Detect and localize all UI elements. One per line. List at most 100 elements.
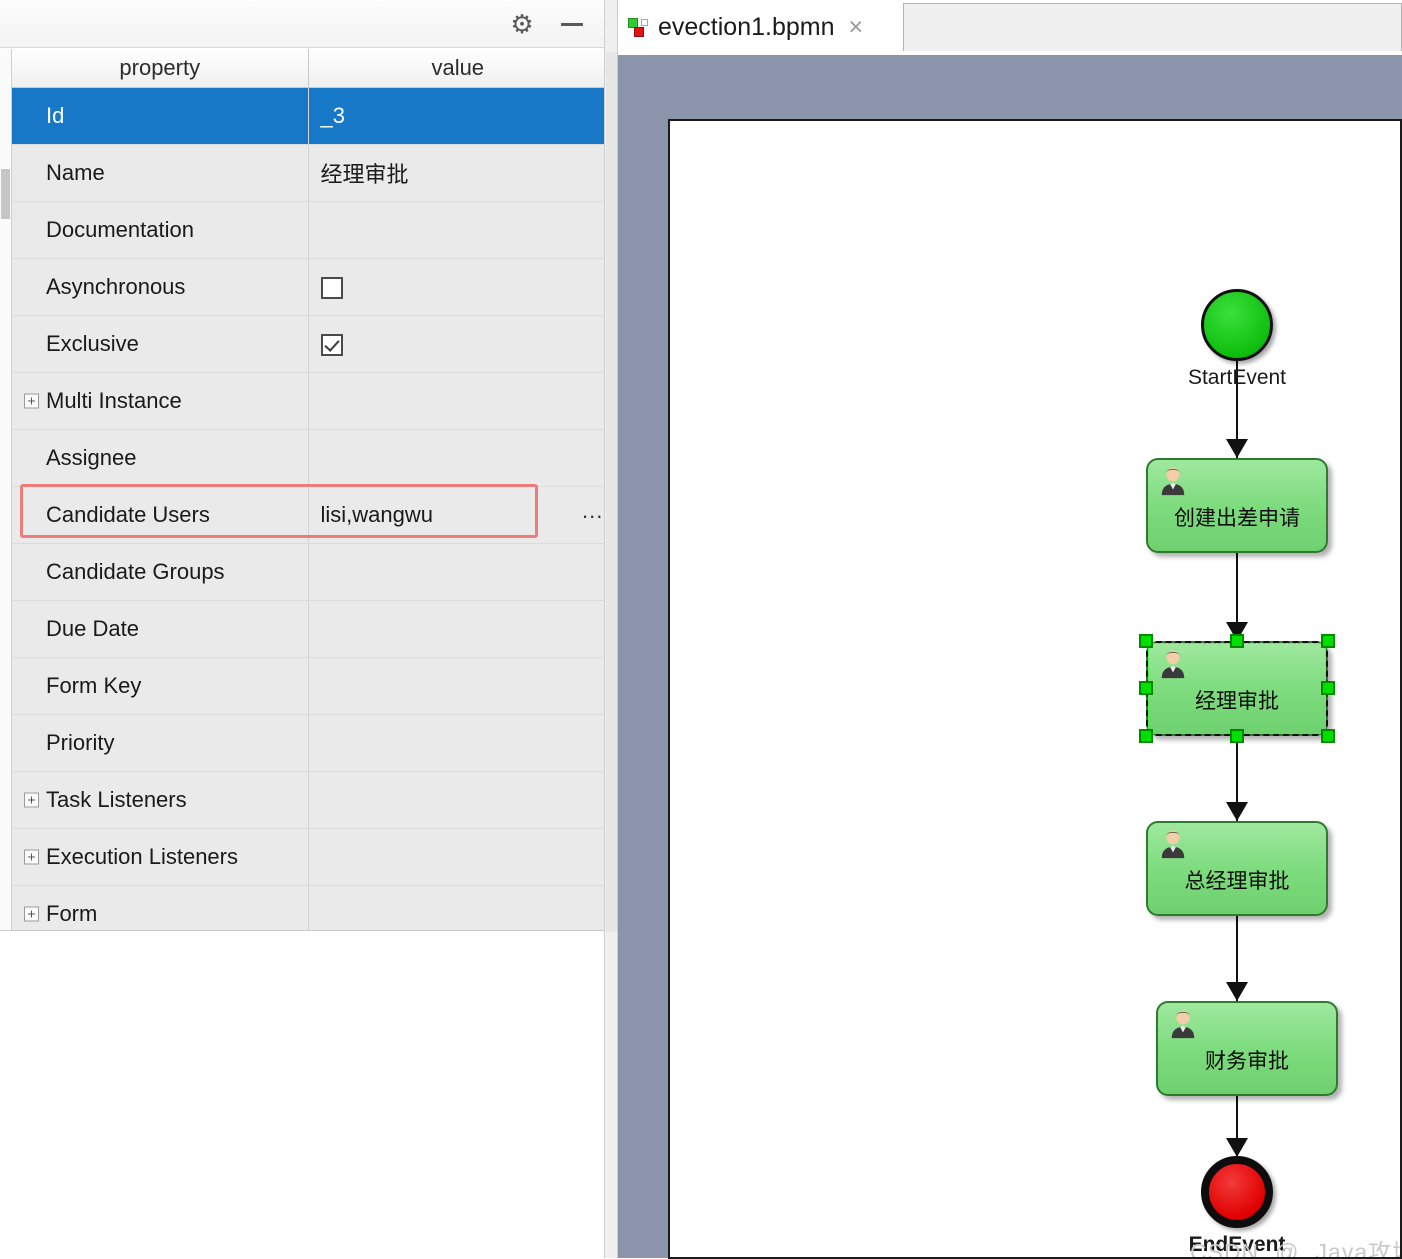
task-node-create-request[interactable]: 创建出差申请 xyxy=(1146,458,1328,553)
property-value-cell[interactable]: 经理审批 xyxy=(308,144,607,202)
checkbox-unchecked[interactable] xyxy=(320,277,343,300)
column-header-value[interactable]: value xyxy=(308,49,607,88)
task-node-finance-approval[interactable]: 财务审批 xyxy=(1156,1001,1338,1096)
task-node-manager-approval[interactable]: 经理审批 xyxy=(1146,641,1328,736)
tabbar-empty-space xyxy=(903,3,1402,51)
table-row[interactable]: Execution Listeners xyxy=(12,828,607,886)
property-value-cell[interactable] xyxy=(308,258,607,316)
arrow-start-to-task1 xyxy=(1226,439,1248,458)
property-name-cell[interactable]: Task Listeners xyxy=(12,771,309,829)
property-value-cell[interactable]: lisi,wangwu xyxy=(308,486,607,544)
selection-handle-e[interactable] xyxy=(1321,681,1335,695)
property-label: Execution Listeners xyxy=(46,844,238,869)
property-value-cell[interactable] xyxy=(308,372,607,430)
table-row[interactable]: Priority xyxy=(12,714,607,772)
start-event-label: StartEvent xyxy=(1187,366,1287,389)
user-task-icon xyxy=(1161,830,1185,859)
close-icon[interactable]: × xyxy=(849,14,864,40)
property-value-cell[interactable]: _3 xyxy=(308,87,607,145)
selection-handle-sw[interactable] xyxy=(1139,729,1153,743)
checkbox-checked[interactable] xyxy=(320,334,343,357)
editor-tabbar: evection1.bpmn × xyxy=(618,0,1402,54)
property-label: Due Date xyxy=(46,616,139,641)
expand-icon[interactable] xyxy=(24,906,39,922)
property-value-cell[interactable] xyxy=(308,714,607,772)
watermark-author: Java攻城狮 xyxy=(1315,1239,1400,1259)
table-row[interactable]: Form Key xyxy=(12,657,607,715)
property-label: Name xyxy=(46,160,105,185)
tab-evection1-bpmn[interactable]: evection1.bpmn × xyxy=(620,0,874,54)
property-value-cell[interactable] xyxy=(308,600,607,658)
panel-left-scrollbar-thumb[interactable] xyxy=(1,169,10,219)
table-row[interactable]: Multi Instance xyxy=(12,372,607,430)
property-name-cell[interactable]: Candidate Groups xyxy=(12,543,309,601)
property-name-cell[interactable]: Candidate Users xyxy=(12,486,309,544)
property-name-cell[interactable]: Priority xyxy=(12,714,309,772)
task-label: 创建出差申请 xyxy=(1174,507,1300,530)
candidate-users-ellipsis-button[interactable]: ... xyxy=(582,500,603,522)
property-name-cell[interactable]: Multi Instance xyxy=(12,372,309,430)
task-label: 总经理审批 xyxy=(1184,870,1290,893)
property-value-cell[interactable] xyxy=(308,828,607,886)
column-header-property[interactable]: property xyxy=(12,49,309,88)
property-value-cell[interactable] xyxy=(308,543,607,601)
property-name-cell[interactable]: Exclusive xyxy=(12,315,309,373)
selection-handle-s[interactable] xyxy=(1230,729,1244,743)
table-row[interactable]: Candidate Users lisi,wangwu xyxy=(12,486,607,544)
property-value-cell[interactable] xyxy=(308,429,607,487)
property-name-cell[interactable]: Documentation xyxy=(12,201,309,259)
task-node-general-manager-approval[interactable]: 总经理审批 xyxy=(1146,821,1328,916)
task-label: 经理审批 xyxy=(1195,690,1279,713)
selection-handle-ne[interactable] xyxy=(1321,634,1335,648)
property-label: Task Listeners xyxy=(46,787,187,812)
property-name-cell[interactable]: Name xyxy=(12,144,309,202)
selection-handle-n[interactable] xyxy=(1230,634,1244,648)
bpmn-canvas[interactable]: StartEvent 创建出差申请 经理审批 总经理审批 财务审批 EndEve… xyxy=(668,119,1402,1259)
panel-left-scrollbar[interactable] xyxy=(0,49,12,930)
properties-panel-vertical-scrollbar[interactable] xyxy=(604,0,618,1258)
property-name-cell[interactable]: Form Key xyxy=(12,657,309,715)
table-row[interactable]: Due Date xyxy=(12,600,607,658)
property-label: Multi Instance xyxy=(46,388,182,413)
selection-handle-nw[interactable] xyxy=(1139,634,1153,648)
table-row[interactable]: Exclusive xyxy=(12,315,607,373)
end-event-node[interactable] xyxy=(1201,1156,1273,1228)
property-label: Id xyxy=(46,103,65,128)
property-name-cell[interactable]: Execution Listeners xyxy=(12,828,309,886)
table-row[interactable]: Assignee xyxy=(12,429,607,487)
property-value-cell[interactable] xyxy=(308,315,607,373)
property-value: lisi,wangwu xyxy=(320,502,434,527)
table-row[interactable]: Task Listeners xyxy=(12,771,607,829)
user-task-icon xyxy=(1161,650,1185,679)
start-event-node[interactable] xyxy=(1201,289,1273,361)
user-task-icon xyxy=(1171,1010,1195,1039)
properties-panel-scroll-thumb[interactable] xyxy=(606,52,617,932)
property-name-cell[interactable]: Due Date xyxy=(12,600,309,658)
user-task-icon xyxy=(1161,467,1185,496)
property-label: Documentation xyxy=(46,217,194,242)
table-row[interactable]: Name 经理审批 xyxy=(12,144,607,202)
table-row[interactable]: Id _3 xyxy=(12,87,607,145)
expand-icon[interactable] xyxy=(24,849,39,865)
property-label: Asynchronous xyxy=(46,274,186,299)
property-name-cell[interactable]: Asynchronous xyxy=(12,258,309,316)
gear-icon[interactable]: ⚙ xyxy=(506,8,538,40)
property-value-cell[interactable] xyxy=(308,201,607,259)
property-name-cell[interactable]: Assignee xyxy=(12,429,309,487)
property-value: 经理审批 xyxy=(320,162,409,187)
table-row[interactable]: Candidate Groups xyxy=(12,543,607,601)
expand-icon[interactable] xyxy=(24,393,39,409)
property-name-cell[interactable]: Id xyxy=(12,87,309,145)
watermark-prefix: CSDN xyxy=(1190,1239,1260,1259)
expand-icon[interactable] xyxy=(24,792,39,808)
property-value-cell[interactable] xyxy=(308,771,607,829)
table-row[interactable]: Documentation xyxy=(12,201,607,259)
selection-handle-w[interactable] xyxy=(1139,681,1153,695)
minimize-icon[interactable] xyxy=(556,8,588,40)
arrow-task4-to-end xyxy=(1226,1138,1248,1157)
table-row[interactable]: Asynchronous xyxy=(12,258,607,316)
selection-handle-se[interactable] xyxy=(1321,729,1335,743)
property-value-cell[interactable] xyxy=(308,657,607,715)
minimize-glyph xyxy=(561,22,583,26)
properties-table-body: Id _3 Name 经理审批 Documentation Asynchronous Exc… xyxy=(12,87,607,943)
